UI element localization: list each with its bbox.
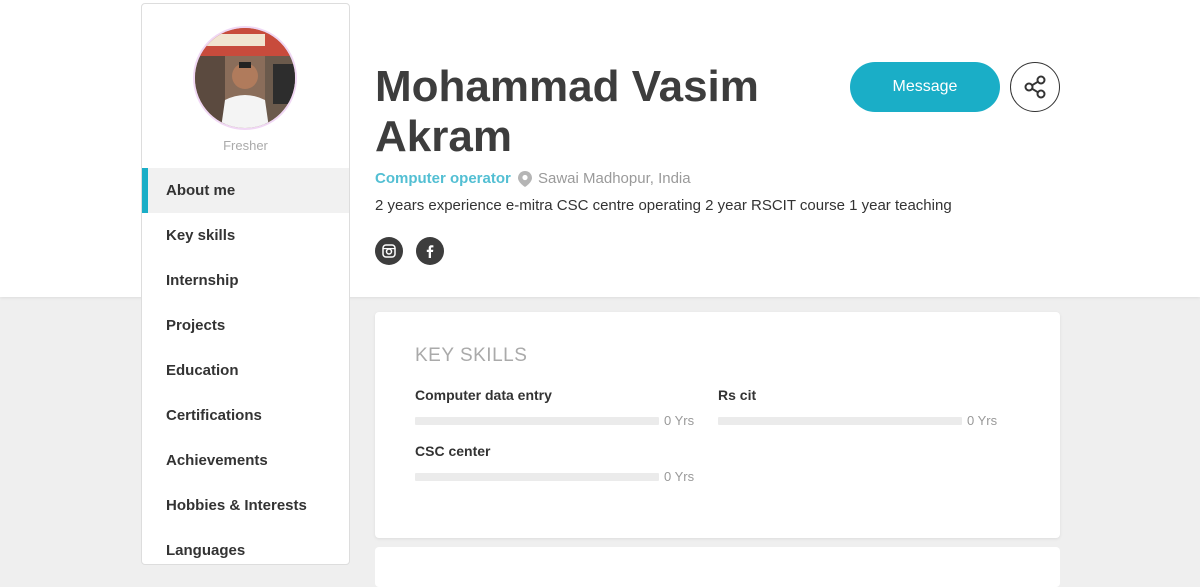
skill-bar: [415, 472, 659, 481]
key-skills-card: KEY SKILLS Computer data entry 0 Yrs Rs …: [375, 312, 1060, 538]
next-section-card: [375, 547, 1060, 587]
skill-bar: [718, 416, 962, 425]
location-text: Sawai Madhopur, India: [538, 170, 691, 187]
message-button[interactable]: Message: [850, 62, 1000, 112]
location-pin-icon: [518, 170, 532, 187]
facebook-icon[interactable]: [416, 237, 444, 265]
sidebar-item-projects[interactable]: Projects: [142, 303, 349, 348]
profile-name: Mohammad Vasim Akram: [375, 62, 759, 161]
skill-name: Rs cit: [718, 387, 757, 403]
avatar[interactable]: [195, 28, 295, 128]
skill-item: Rs cit 0 Yrs: [718, 387, 998, 428]
sidebar-item-education[interactable]: Education: [142, 348, 349, 393]
profile-location: Sawai Madhopur, India: [518, 170, 691, 187]
skill-years: 0 Yrs: [664, 413, 695, 428]
profile-role: Computer operator: [375, 170, 511, 187]
key-skills-title: KEY SKILLS: [415, 345, 528, 366]
share-icon: [1024, 75, 1046, 99]
profile-sidebar: Fresher About me Key skills Internship P…: [141, 3, 350, 565]
sidebar-item-key-skills[interactable]: Key skills: [142, 213, 349, 258]
sidebar-item-hobbies-interests[interactable]: Hobbies & Interests: [142, 483, 349, 528]
profile-status: Fresher: [223, 138, 268, 153]
skill-bar: [415, 416, 659, 425]
profile-summary: 2 years experience e-mitra CSC centre op…: [375, 197, 952, 214]
skill-years: 0 Yrs: [967, 413, 998, 428]
avatar-photo: [195, 28, 295, 128]
skill-item: CSC center 0 Yrs: [415, 443, 695, 484]
social-links: [375, 237, 444, 265]
instagram-icon[interactable]: [375, 237, 403, 265]
share-button[interactable]: [1010, 62, 1060, 112]
sidebar-item-achievements[interactable]: Achievements: [142, 438, 349, 483]
sidebar-item-about-me[interactable]: About me: [142, 168, 349, 213]
skill-item: Computer data entry 0 Yrs: [415, 387, 695, 428]
sidebar-nav: About me Key skills Internship Projects …: [142, 168, 349, 573]
sidebar-item-internship[interactable]: Internship: [142, 258, 349, 303]
skill-name: CSC center: [415, 443, 491, 459]
sidebar-item-languages[interactable]: Languages: [142, 528, 349, 573]
sidebar-item-certifications[interactable]: Certifications: [142, 393, 349, 438]
skill-years: 0 Yrs: [664, 469, 695, 484]
skill-name: Computer data entry: [415, 387, 552, 403]
